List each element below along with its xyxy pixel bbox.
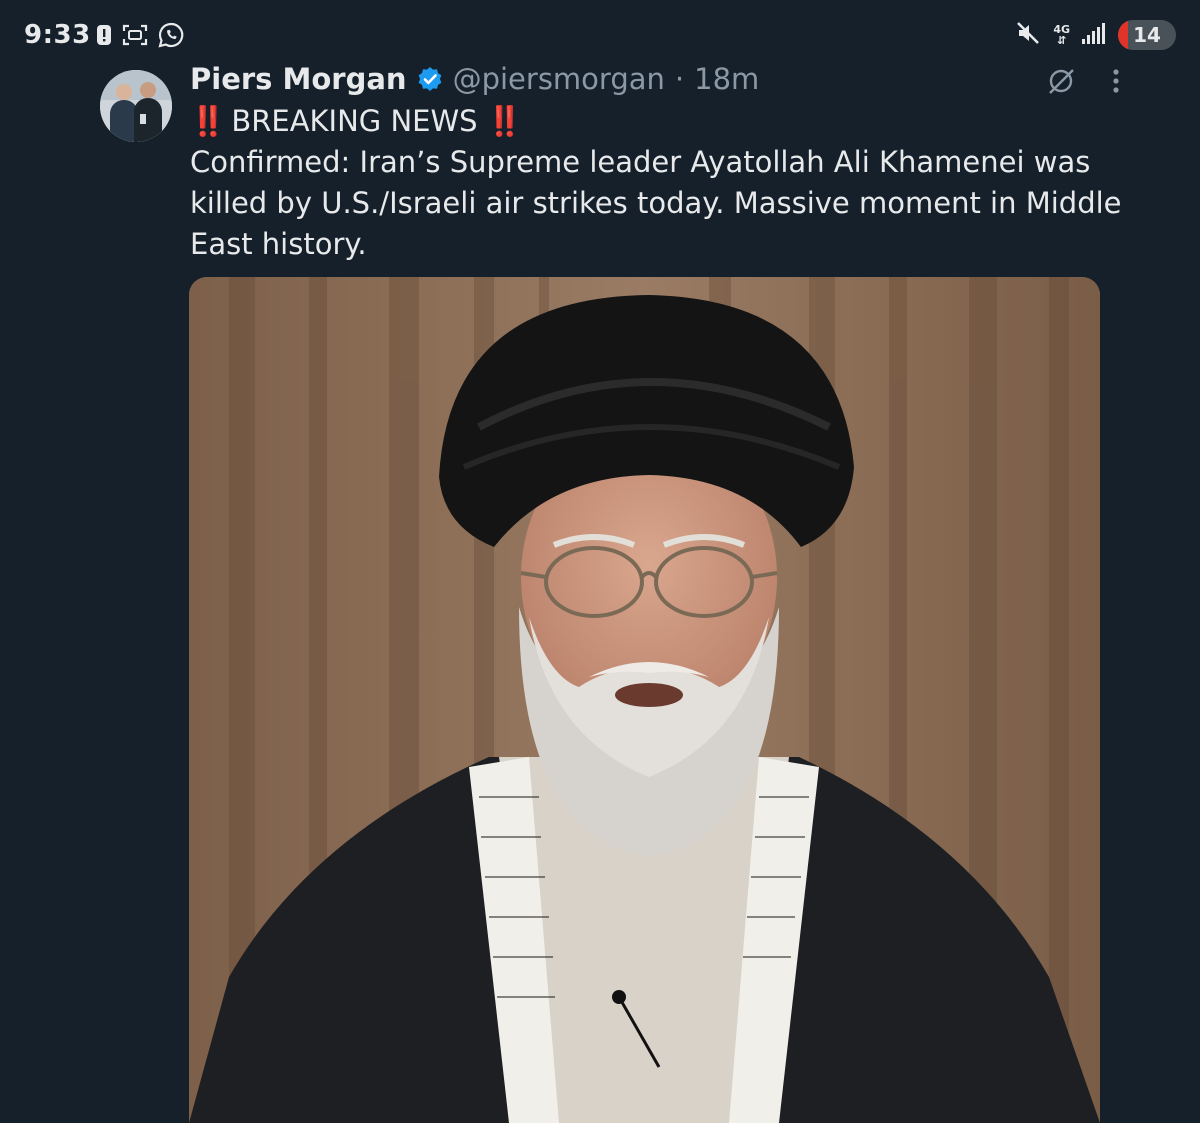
- network-indicator: 4G ⇵: [1053, 24, 1070, 46]
- tweet-text: ‼️ BREAKING NEWS ‼️ Confirmed: Iran’s Su…: [190, 101, 1130, 265]
- headline: BREAKING NEWS: [231, 104, 478, 138]
- battery-level: 14: [1133, 23, 1161, 47]
- alert-icon: [96, 23, 112, 51]
- status-time: 9:33: [24, 20, 91, 50]
- more-options-icon[interactable]: [1112, 66, 1120, 100]
- double-exclamation-icon: ‼️: [190, 104, 226, 138]
- status-right-icons: 4G ⇵ 14: [1015, 20, 1176, 50]
- whatsapp-icon: [158, 22, 184, 52]
- headline-line: ‼️ BREAKING NEWS ‼️: [190, 101, 1130, 142]
- mute-icon: [1015, 20, 1041, 50]
- tweet-media-image[interactable]: [189, 277, 1100, 1123]
- header-separator: ·: [674, 62, 685, 96]
- tweet-body: Confirmed: Iran’s Supreme leader Ayatoll…: [190, 145, 1122, 261]
- double-exclamation-icon: ‼️: [486, 104, 523, 138]
- handle[interactable]: @piersmorgan: [453, 62, 665, 96]
- data-arrows-icon: ⇵: [1057, 34, 1067, 47]
- display-name[interactable]: Piers Morgan: [190, 62, 407, 96]
- timestamp[interactable]: 18m: [694, 62, 759, 96]
- status-left-icons: [96, 22, 184, 52]
- grok-icon[interactable]: [1046, 66, 1076, 100]
- signal-icon: [1082, 22, 1106, 48]
- battery-icon: 14: [1118, 20, 1176, 50]
- screenshot-icon: [122, 23, 148, 51]
- verified-badge-icon: [417, 66, 443, 92]
- tweet-header: Piers Morgan @piersmorgan · 18m: [190, 62, 759, 96]
- tweet-actions: [1046, 66, 1120, 100]
- battery-level-fill: [1118, 20, 1129, 50]
- avatar[interactable]: [100, 70, 172, 142]
